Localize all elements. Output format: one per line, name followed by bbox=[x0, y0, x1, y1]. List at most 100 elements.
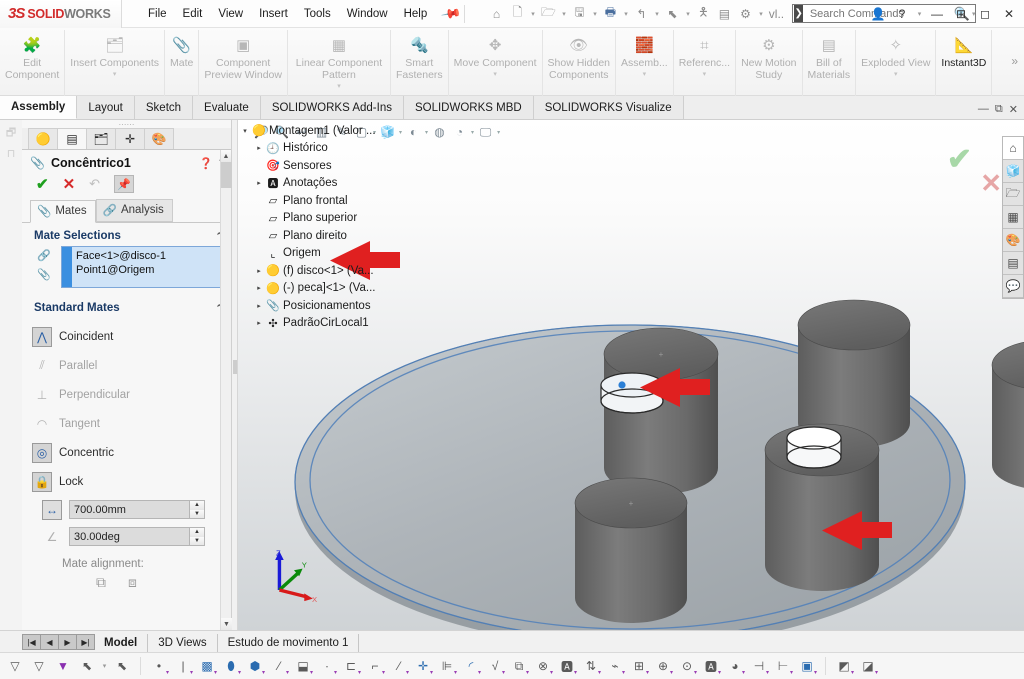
print-icon[interactable]: 🖶 bbox=[600, 3, 620, 25]
file-explorer-icon[interactable]: 🗁 bbox=[1003, 183, 1023, 206]
menu-edit[interactable]: Edit bbox=[175, 4, 211, 24]
chevron-down-icon[interactable]: ▾ bbox=[621, 10, 630, 18]
horizontal-dimension-icon[interactable]: ⊣▾ bbox=[748, 655, 770, 677]
maximize-icon[interactable]: ◻ bbox=[974, 3, 996, 25]
mate-option-tangent[interactable]: ◠ Tangent bbox=[32, 409, 231, 438]
tab-sketch[interactable]: Sketch bbox=[135, 96, 193, 119]
preview-cylinder-right[interactable] bbox=[787, 427, 841, 468]
chevron-down-icon[interactable]: ▾ bbox=[528, 10, 537, 18]
select-icon[interactable]: ⬉ bbox=[76, 655, 98, 677]
tree-item-padraocirlocal1[interactable]: ▸ ✣ PadrãoCirLocal1 bbox=[239, 315, 399, 333]
search-scope-icon[interactable]: ❯ bbox=[794, 5, 802, 22]
tree-item-anotacoes[interactable]: ▸ 🅰 Anotações bbox=[239, 175, 399, 193]
tree-item-disco[interactable]: ▸ 🟡 (f) disco<1> (Va... bbox=[239, 262, 399, 280]
chevron-down-icon[interactable]: ▾ bbox=[399, 129, 402, 136]
mirror-entities-icon[interactable]: ⇅▾ bbox=[580, 655, 602, 677]
undo-icon[interactable]: ↰ bbox=[631, 3, 651, 25]
options-gear-icon[interactable]: ⚙ bbox=[735, 3, 755, 25]
chevron-down-icon[interactable]: ▾ bbox=[471, 129, 474, 136]
ribbon-button-linear-component-pattern[interactable]: ▦ Linear Component Pattern ▾ bbox=[288, 30, 391, 96]
arc-icon[interactable]: ⁄▾ bbox=[268, 655, 290, 677]
solidworks-forum-icon[interactable]: 💬 bbox=[1003, 275, 1023, 298]
aligned-icon[interactable]: ⧉ bbox=[96, 574, 106, 591]
chevron-down-icon[interactable]: ▾ bbox=[652, 10, 661, 18]
last-tab-icon[interactable]: ▶| bbox=[76, 634, 95, 650]
angle-field[interactable]: 30.00deg ▲▼ bbox=[69, 527, 205, 546]
expand-arrow-icon[interactable]: ▾ bbox=[239, 127, 251, 135]
open-folder-icon[interactable]: 🗁 bbox=[538, 3, 558, 25]
undo-button[interactable]: ↶ bbox=[89, 176, 100, 192]
tab-evaluate[interactable]: Evaluate bbox=[193, 96, 261, 119]
menu-view[interactable]: View bbox=[210, 4, 251, 24]
sketch-picture-icon[interactable]: ◕▾ bbox=[724, 655, 746, 677]
splitter-grip[interactable] bbox=[233, 360, 237, 374]
first-tab-icon[interactable]: |◀ bbox=[22, 634, 41, 650]
section-header-mate-selections[interactable]: Mate Selections ⌃ bbox=[22, 223, 231, 246]
vertical-dimension-icon[interactable]: ⊢▾ bbox=[772, 655, 794, 677]
ribbon-button-mate[interactable]: 📎 Mate bbox=[165, 30, 199, 96]
minimize-icon[interactable]: — bbox=[978, 103, 989, 116]
tab-solidworks-mbd[interactable]: SOLIDWORKS MBD bbox=[404, 96, 534, 119]
point-icon[interactable]: •▾ bbox=[148, 655, 170, 677]
stepper-down-icon[interactable]: ▼ bbox=[190, 510, 204, 519]
ribbon-button-smart-fasteners[interactable]: 🔩 SmartFasteners bbox=[391, 30, 449, 96]
fillet-icon[interactable]: ◜▾ bbox=[460, 655, 482, 677]
tree-item-peca[interactable]: ▸ 🟡 (-) peca]<1> (Va... bbox=[239, 280, 399, 298]
chevron-down-icon[interactable]: ▾ bbox=[113, 70, 117, 78]
panel-scrollbar[interactable]: ▲ ▼ bbox=[220, 150, 231, 630]
help-icon[interactable]: ? bbox=[891, 3, 913, 25]
tab-assembly[interactable]: Assembly bbox=[0, 96, 77, 119]
tree-item-montagem1[interactable]: ▾ 🟡 Montagem1 (Valor ... bbox=[239, 122, 399, 140]
doc-tab-motion-study[interactable]: Estudo de movimento 1 bbox=[218, 634, 360, 652]
ribbon-button-move-component[interactable]: ✥ Move Component ▾ bbox=[449, 30, 543, 96]
home-icon[interactable]: ⌂ bbox=[486, 3, 506, 25]
stepper-down-icon[interactable]: ▼ bbox=[190, 537, 204, 546]
move-entities-icon[interactable]: ⊞▾ bbox=[628, 655, 650, 677]
appearances-scenes-icon[interactable]: 🎨 bbox=[1003, 229, 1023, 252]
text-icon[interactable]: ⊫▾ bbox=[436, 655, 458, 677]
confirm-corner-ok-icon[interactable]: ✔ bbox=[947, 142, 972, 177]
chevron-down-icon[interactable]: ▾ bbox=[337, 82, 341, 90]
whats-wrong-icon[interactable]: ❓ bbox=[199, 157, 213, 170]
display-viewport-icon[interactable]: 🖵 bbox=[477, 125, 494, 140]
angle-stepper[interactable]: ▲▼ bbox=[189, 528, 204, 545]
tab-solidworks-visualize[interactable]: SOLIDWORKS Visualize bbox=[534, 96, 684, 119]
expand-arrow-icon[interactable]: ▸ bbox=[253, 319, 265, 327]
restore-icon[interactable]: ⧉ bbox=[995, 103, 1003, 116]
keep-visible-pushpin-icon[interactable]: 📌 bbox=[114, 175, 134, 193]
chevron-down-icon[interactable]: ▾ bbox=[915, 10, 924, 18]
expand-arrow-icon[interactable]: ▸ bbox=[253, 179, 265, 187]
doc-tab-model[interactable]: Model bbox=[94, 634, 148, 652]
ribbon-button-insert-components[interactable]: 🗂 Insert Components ▾ bbox=[65, 30, 165, 96]
apply-scene-icon[interactable]: ◍ bbox=[431, 125, 448, 139]
chevron-down-icon[interactable]: ▾ bbox=[894, 70, 898, 78]
new-document-icon[interactable]: 🗋 bbox=[507, 3, 527, 25]
chevron-down-icon[interactable]: ▾ bbox=[643, 70, 647, 78]
chevron-down-icon[interactable]: ▾ bbox=[590, 10, 599, 18]
scroll-up-icon[interactable]: ▲ bbox=[221, 150, 231, 162]
ribbon-overflow-icon[interactable]: » bbox=[1011, 30, 1024, 68]
menu-tools[interactable]: Tools bbox=[296, 4, 339, 24]
feature-manager-tree-icon[interactable]: 🟡 bbox=[28, 128, 58, 149]
trim-entities-icon[interactable]: 🅰▾ bbox=[556, 655, 578, 677]
mate-option-lock[interactable]: 🔒 Lock bbox=[32, 467, 231, 496]
ribbon-button-component-preview-window[interactable]: ▣ ComponentPreview Window bbox=[199, 30, 288, 96]
property-manager-icon[interactable]: ▤ bbox=[57, 128, 87, 149]
entities-to-mate-icon[interactable]: 🔗 bbox=[37, 249, 51, 262]
tab-layout[interactable]: Layout bbox=[77, 96, 135, 119]
expand-arrow-icon[interactable]: ▸ bbox=[253, 144, 265, 152]
flyout-tree-icon[interactable]: 🗗 bbox=[0, 120, 22, 143]
ellipse-icon[interactable]: ⊏▾ bbox=[340, 655, 362, 677]
filter-faces-icon[interactable]: ▽ bbox=[28, 655, 50, 677]
distance-field[interactable]: 700.00mm ▲▼ bbox=[69, 500, 205, 519]
configuration-manager-icon[interactable]: 🗂 bbox=[86, 128, 116, 149]
spline-icon[interactable]: ∙▾ bbox=[316, 655, 338, 677]
dimxpert-manager-icon[interactable]: ✛ bbox=[115, 128, 145, 149]
user-icon[interactable]: 👤 bbox=[867, 3, 889, 25]
addin-icon[interactable]: vl.. bbox=[766, 3, 786, 25]
cylinder-boss[interactable] bbox=[992, 340, 1024, 490]
tab-solidworks-add-ins[interactable]: SOLIDWORKS Add-Ins bbox=[261, 96, 404, 119]
centerline-icon[interactable]: ✛▾ bbox=[412, 655, 434, 677]
view-palette-icon[interactable]: ▦ bbox=[1003, 206, 1023, 229]
smart-dimension-icon[interactable]: ▣▾ bbox=[796, 655, 818, 677]
